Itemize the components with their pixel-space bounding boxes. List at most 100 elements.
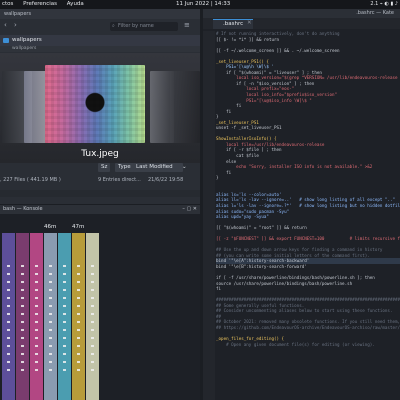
close-icon[interactable]: ✕: [193, 206, 197, 212]
terminal-glyph: [63, 313, 66, 315]
terminal-glyph: [63, 329, 66, 331]
terminal-color-column: [16, 233, 29, 400]
terminal-glyph: [63, 305, 66, 307]
terminal-glyph: [63, 289, 66, 291]
terminal-glyph: [21, 265, 24, 267]
back-icon[interactable]: ‹: [4, 21, 7, 29]
terminal-glyph: [35, 289, 38, 291]
code-line[interactable]: alias l='ls -lav --ignore=.?*' # show lo…: [216, 203, 400, 209]
last-modified-button[interactable]: Last Modified: [133, 163, 183, 172]
thumbnail-next-2[interactable]: [170, 71, 200, 143]
filter-search-input[interactable]: ⌕ Filter by name: [110, 22, 178, 31]
breadcrumb: wallpapers: [0, 46, 200, 52]
search-placeholder: Filter by name: [118, 23, 154, 29]
terminal-glyph: [63, 361, 66, 363]
terminal-glyph: [49, 265, 52, 267]
terminal-glyph: [21, 321, 24, 323]
terminal-glyph: [77, 289, 80, 291]
terminal-glyph: [49, 289, 52, 291]
terminal-glyph: [7, 353, 10, 355]
terminal-glyph: [21, 297, 24, 299]
terminal-glyph: [21, 345, 24, 347]
terminal-glyph: [77, 273, 80, 275]
terminal-glyph: [63, 345, 66, 347]
minimize-icon[interactable]: –: [182, 206, 185, 212]
terminal-glyph: [91, 345, 94, 347]
terminal-glyph: [77, 337, 80, 339]
terminal-glyph: [63, 265, 66, 267]
forward-icon[interactable]: ›: [14, 21, 17, 29]
terminal-color-column: [86, 233, 99, 400]
kate-window-title: .bashrc — Kate: [356, 10, 394, 16]
terminal-glyph: [35, 361, 38, 363]
menu-item-0[interactable]: ctos: [2, 1, 13, 7]
terminal-glyph: [77, 361, 80, 363]
kate-titlebar: .bashrc — Kate: [203, 9, 400, 18]
terminal-glyph: [63, 273, 66, 275]
terminal-glyph: [63, 337, 66, 339]
sort-size-button[interactable]: Sz: [98, 163, 111, 172]
close-tab-icon[interactable]: ✕: [247, 18, 252, 29]
terminal-glyph: [91, 289, 94, 291]
terminal-glyph: [21, 329, 24, 331]
terminal-glyph: [77, 353, 80, 355]
top-panel: ctos Preferencias Ayuda 11 Jun 2022 | 14…: [0, 0, 400, 9]
terminal-glyph: [21, 305, 24, 307]
breadcrumb-item[interactable]: wallpapers: [0, 46, 36, 51]
entries-count: 9 Entries direct...: [98, 177, 141, 183]
code-line[interactable]: ## Consider uncommenting aliases below t…: [216, 308, 400, 314]
terminal-glyph: [7, 297, 10, 299]
type-button[interactable]: Type: [115, 163, 134, 172]
terminal-glyph: [7, 321, 10, 323]
thumbnail-current[interactable]: [45, 65, 145, 143]
terminal-glyph: [91, 321, 94, 323]
line-gutter: [203, 31, 215, 400]
terminal-glyph: [91, 353, 94, 355]
terminal-glyph: [35, 313, 38, 315]
terminal-glyph: [7, 265, 10, 267]
terminal-glyph: [21, 369, 24, 371]
terminal-glyph: [91, 361, 94, 363]
terminal-glyph: [35, 337, 38, 339]
terminal-glyph: [77, 345, 80, 347]
code-line[interactable]: [[ -z "$FUNCNEST" ]] && export FUNCNEST=…: [216, 236, 400, 242]
menu-item-ayuda[interactable]: Ayuda: [67, 1, 84, 7]
terminal-color-column: [30, 233, 43, 400]
code-editor[interactable]: # If not running interactively, don't do…: [216, 31, 400, 400]
code-line[interactable]: # Open any given document file(s) for ed…: [216, 342, 400, 348]
tab-wallpapers[interactable]: wallpapers: [0, 35, 200, 46]
terminal-glyph: [49, 305, 52, 307]
code-line[interactable]: ## https://github.com/EndeavourOS-archiv…: [216, 325, 400, 331]
terminal-glyph: [7, 281, 10, 283]
status-bar: [0, 190, 200, 197]
column-header: Sz Type Last Modified ⌄: [0, 163, 200, 172]
terminal-glyph: [49, 297, 52, 299]
terminal-output[interactable]: 46m 47m: [0, 224, 200, 400]
menu-item-preferencias[interactable]: Preferencias: [23, 1, 57, 7]
terminal-glyph: [49, 321, 52, 323]
terminal-glyph: [49, 345, 52, 347]
code-line[interactable]: ########################################…: [216, 297, 400, 303]
menu-icon[interactable]: ≡: [184, 21, 190, 29]
terminal-glyph: [77, 329, 80, 331]
terminal-glyph: [77, 369, 80, 371]
entry-date: 21/6/22 19:58: [148, 177, 184, 183]
terminal-column-label: 47m: [72, 224, 85, 230]
terminal-color-column: [58, 233, 71, 400]
system-tray[interactable]: 2.1 ⌁ ◐ ▮ ♪: [370, 0, 398, 9]
terminal-glyph: [21, 313, 24, 315]
terminal-glyph: [49, 369, 52, 371]
terminal-glyph: [49, 281, 52, 283]
terminal-glyph: [35, 297, 38, 299]
tab-label: wallpapers: [12, 37, 42, 43]
maximize-icon[interactable]: ▢: [186, 206, 191, 212]
terminal-glyph: [7, 369, 10, 371]
file-manager-window: wallpapers ‹ › ≡ ⌕ Filter by name wallpa…: [0, 9, 200, 204]
terminal-glyph: [49, 329, 52, 331]
terminal-glyph: [49, 361, 52, 363]
terminal-glyph: [35, 345, 38, 347]
clock[interactable]: 11 Jun 2022 | 14:33: [176, 0, 230, 9]
konsole-title: bash — Konsole – ▢ ✕: [0, 205, 200, 214]
code-line[interactable]: if [ -f /usr/share/powerline/bindings/ba…: [216, 275, 400, 281]
chevron-down-icon[interactable]: ⌄: [182, 163, 187, 172]
